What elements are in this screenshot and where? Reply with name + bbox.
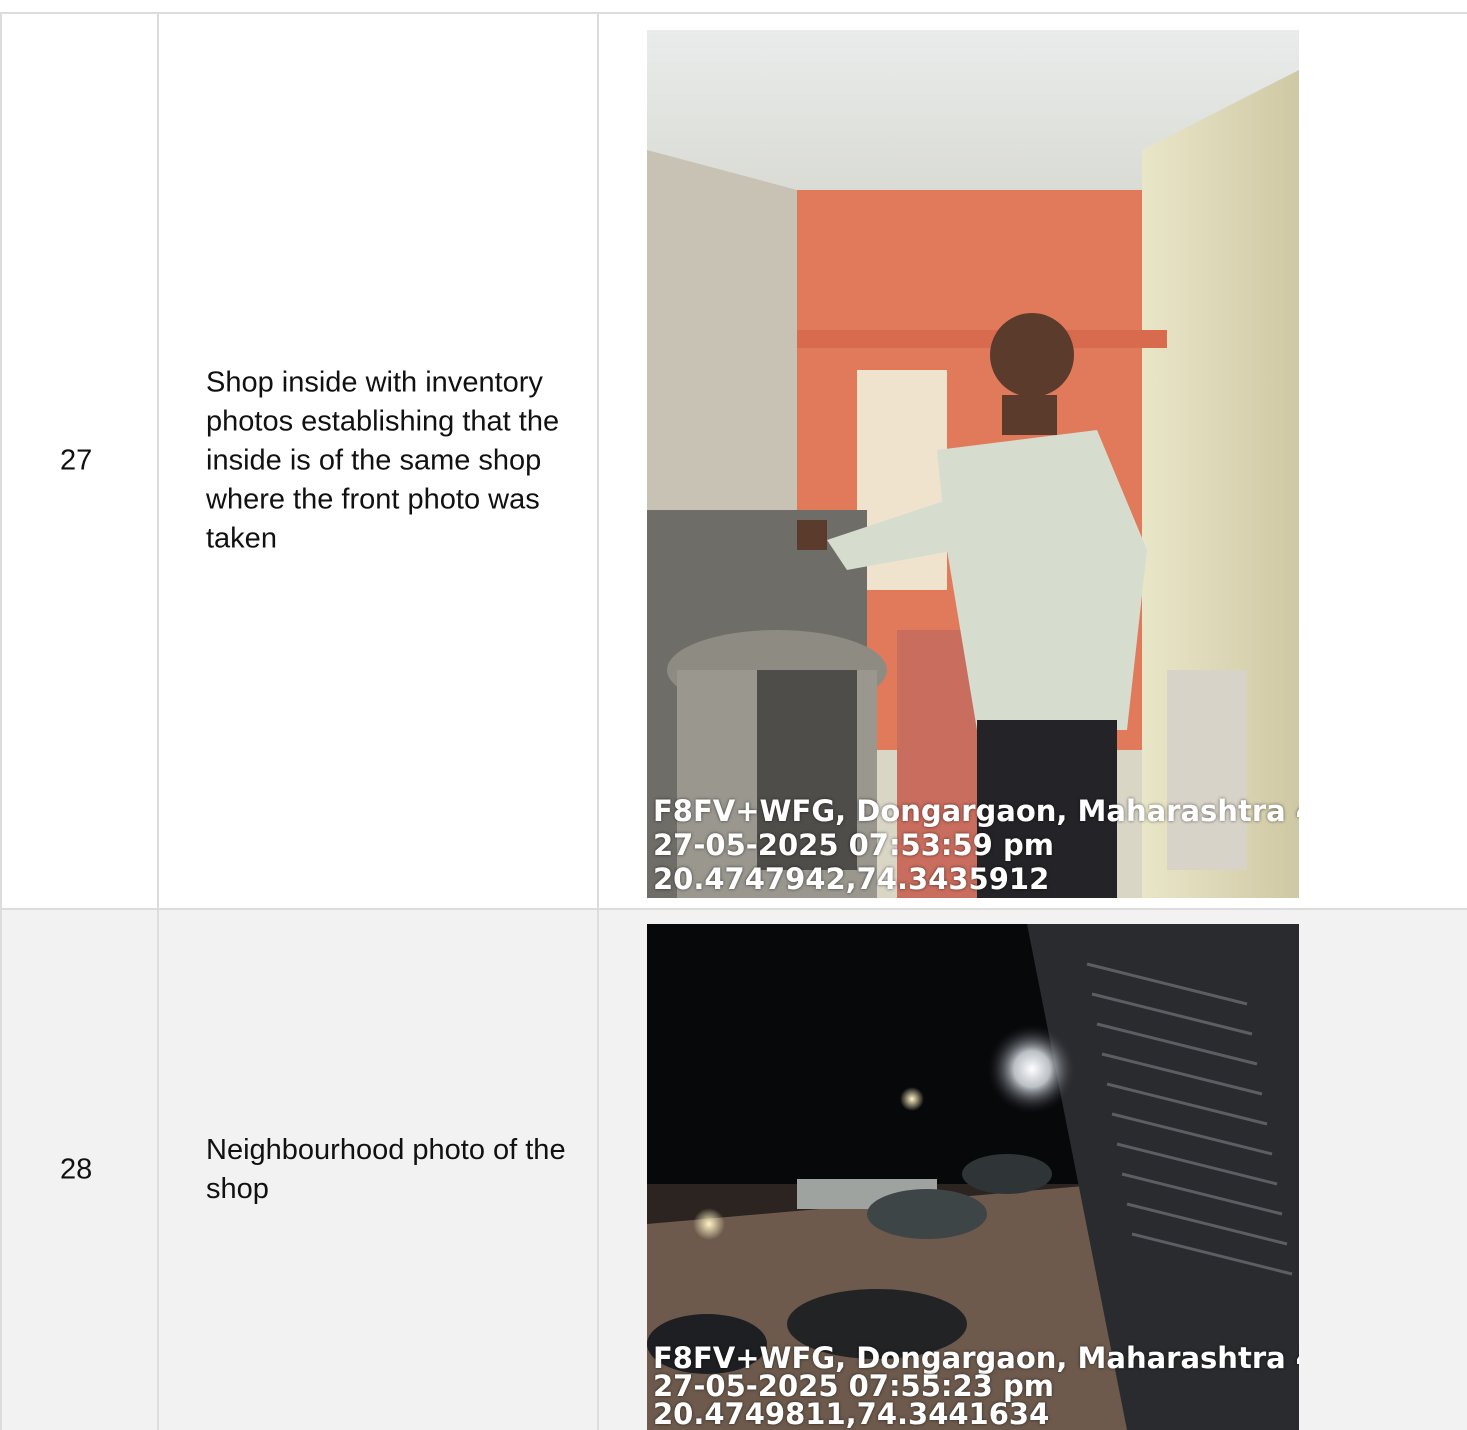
description-cell: Neighbourhood photo of the shop — [157, 910, 597, 1430]
stamp-coordinates: 20.4747942,74.3435912 — [653, 862, 1050, 896]
photo-cell: F8FV+WFG, Dongargaon, Maharashtra 42310 … — [597, 910, 1467, 1430]
row-number-cell: 28 — [0, 910, 157, 1430]
table-row: 27 Shop inside with inventory photos est… — [0, 14, 1467, 910]
stamp-datetime: 27-05-2025 07:53:59 pm — [653, 828, 1054, 862]
neighbourhood-photo: F8FV+WFG, Dongargaon, Maharashtra 42310 … — [647, 924, 1299, 1430]
photo-cell: F8FV+WFG, Dongargaon, Maharashtra 42310 … — [597, 14, 1467, 908]
row-number: 28 — [60, 1153, 93, 1186]
row-description: Neighbourhood photo of the shop — [206, 1134, 566, 1205]
stamp-address: F8FV+WFG, Dongargaon, Maharashtra 42310 — [653, 794, 1299, 828]
report-table: 27 Shop inside with inventory photos est… — [0, 12, 1467, 1430]
photo-geotag-stamp: F8FV+WFG, Dongargaon, Maharashtra 42310 … — [653, 794, 1299, 896]
table-row: 28 Neighbourhood photo of the shop F8FV+… — [0, 910, 1467, 1430]
stamp-datetime: 27-05-2025 07:55:23 pm — [653, 1369, 1054, 1403]
row-number: 27 — [60, 444, 93, 477]
shop-inside-photo: F8FV+WFG, Dongargaon, Maharashtra 42310 … — [647, 30, 1299, 898]
row-number-cell: 27 — [0, 14, 157, 908]
photo-geotag-stamp: F8FV+WFG, Dongargaon, Maharashtra 42310 … — [653, 1341, 1299, 1430]
row-description: Shop inside with inventory photos establ… — [206, 366, 560, 555]
stamp-address: F8FV+WFG, Dongargaon, Maharashtra 42310 — [653, 1341, 1299, 1375]
shop-inside-photo-image — [647, 30, 1299, 898]
description-cell: Shop inside with inventory photos establ… — [157, 14, 597, 908]
stamp-coordinates: 20.4749811,74.3441634 — [653, 1397, 1050, 1430]
